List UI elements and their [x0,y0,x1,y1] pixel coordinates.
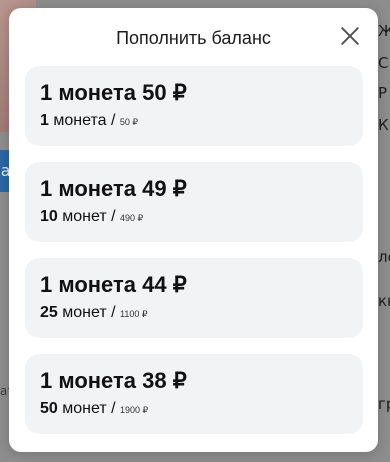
package-price: 1 монета 44 ₽ [40,272,187,297]
close-icon[interactable] [340,26,360,46]
package-details: 1 монета / 50 ₽ [40,112,139,129]
package-count: 50 [40,400,58,417]
package-total: 1900 ₽ [120,405,149,415]
package-details: 25 монет / 1100 ₽ [40,304,148,321]
package-total: 1100 ₽ [120,309,148,319]
package-price: 1 монета 50 ₽ [40,80,187,105]
package-total: 50 ₽ [119,117,139,127]
package-total: 490 ₽ [120,213,144,223]
top-up-modal: Пополнить баланс 1 монета 50 ₽ 1 монета … [9,8,378,452]
coin-package-option[interactable]: 1 монета 44 ₽ 25 монет / 1100 ₽ [25,258,363,338]
coin-package-option[interactable]: 1 монета 50 ₽ 1 монета / 50 ₽ [25,66,363,146]
package-unit: монета [53,112,107,129]
package-price: 1 монета 49 ₽ [40,176,187,201]
package-price: 1 монета 38 ₽ [40,368,187,393]
package-unit: монет [62,400,107,417]
package-details: 10 монет / 490 ₽ [40,208,144,225]
coin-package-option[interactable]: 1 монета 49 ₽ 10 монет / 490 ₽ [25,162,363,242]
package-count: 25 [40,304,58,321]
package-details: 50 монет / 1900 ₽ [40,400,149,417]
package-unit: монет [62,208,107,225]
package-unit: монет [62,304,107,321]
coin-package-option[interactable]: 1 монета 38 ₽ 50 монет / 1900 ₽ [25,354,363,434]
package-count: 1 [40,112,49,129]
modal-title: Пополнить баланс [116,28,271,48]
package-count: 10 [40,208,58,225]
